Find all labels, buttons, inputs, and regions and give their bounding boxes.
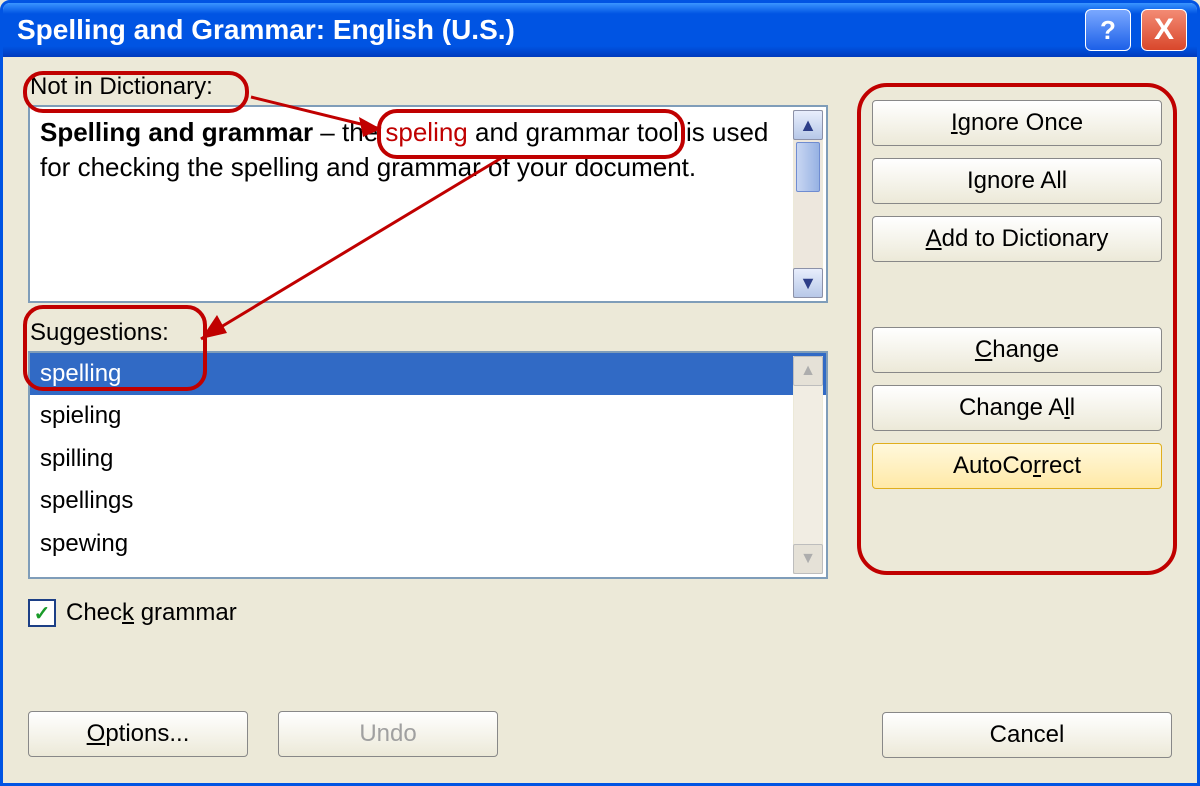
scroll-track[interactable] xyxy=(794,140,822,268)
list-item[interactable]: spelling xyxy=(30,353,826,395)
ignore-all-button[interactable]: Ignore All xyxy=(872,158,1162,204)
right-button-column: Ignore Once Ignore All Add to Dictionary… xyxy=(872,100,1172,489)
change-all-button[interactable]: Change All xyxy=(872,385,1162,431)
undo-button[interactable]: Undo xyxy=(278,711,498,757)
suggestions-scrollbar[interactable]: ▲ ▼ xyxy=(793,356,823,574)
add-to-dictionary-button[interactable]: Add to Dictionary xyxy=(872,216,1162,262)
context-before-error: the xyxy=(342,117,385,147)
check-grammar-label: Check grammar xyxy=(66,599,237,627)
cancel-button[interactable]: Cancel xyxy=(882,712,1172,758)
bottom-button-row: Options... Undo xyxy=(28,710,828,758)
scroll-track xyxy=(794,386,822,544)
context-scrollbar[interactable]: ▲ ▼ xyxy=(793,110,823,298)
ignore-button-group: Ignore Once Ignore All Add to Dictionary xyxy=(872,100,1172,262)
check-grammar-row: ✓ Check grammar xyxy=(28,599,828,627)
scroll-down-icon[interactable]: ▼ xyxy=(793,268,823,298)
suggestions-listbox[interactable]: spelling spieling spilling spellings spe… xyxy=(28,351,828,579)
change-button-group: Change Change All AutoCorrect xyxy=(872,327,1172,489)
title-bar[interactable]: Spelling and Grammar: English (U.S.) ? X xyxy=(3,3,1197,57)
list-item[interactable]: spewing xyxy=(30,523,826,565)
list-item[interactable]: spilling xyxy=(30,438,826,480)
not-in-dictionary-textbox[interactable]: Spelling and grammar – the speling and g… xyxy=(28,105,828,303)
context-dash: – xyxy=(313,117,342,147)
scroll-thumb[interactable] xyxy=(796,142,820,192)
dialog-content: Not in Dictionary: Spelling and grammar … xyxy=(28,68,1172,758)
close-icon: X xyxy=(1154,13,1174,47)
window-title: Spelling and Grammar: English (U.S.) xyxy=(17,14,1085,46)
misspelled-word: speling xyxy=(385,117,467,147)
not-in-dictionary-label: Not in Dictionary: xyxy=(30,73,828,101)
check-grammar-checkbox[interactable]: ✓ xyxy=(28,599,56,627)
scroll-up-icon[interactable]: ▲ xyxy=(793,110,823,140)
close-button[interactable]: X xyxy=(1141,9,1187,51)
options-button[interactable]: Options... xyxy=(28,711,248,757)
change-button[interactable]: Change xyxy=(872,327,1162,373)
main-left: Not in Dictionary: Spelling and grammar … xyxy=(28,73,828,758)
help-icon: ? xyxy=(1100,15,1116,46)
titlebar-buttons: ? X xyxy=(1085,9,1187,51)
scroll-down-icon[interactable]: ▼ xyxy=(793,544,823,574)
list-item[interactable]: spellings xyxy=(30,480,826,522)
suggestions-label: Suggestions: xyxy=(30,319,828,347)
list-item[interactable]: spieling xyxy=(30,395,826,437)
context-prefix: Spelling and grammar xyxy=(40,117,313,147)
ignore-once-button[interactable]: Ignore Once xyxy=(872,100,1162,146)
scroll-up-icon[interactable]: ▲ xyxy=(793,356,823,386)
autocorrect-button[interactable]: AutoCorrect xyxy=(872,443,1162,489)
spelling-grammar-dialog: Spelling and Grammar: English (U.S.) ? X… xyxy=(0,0,1200,786)
help-button[interactable]: ? xyxy=(1085,9,1131,51)
